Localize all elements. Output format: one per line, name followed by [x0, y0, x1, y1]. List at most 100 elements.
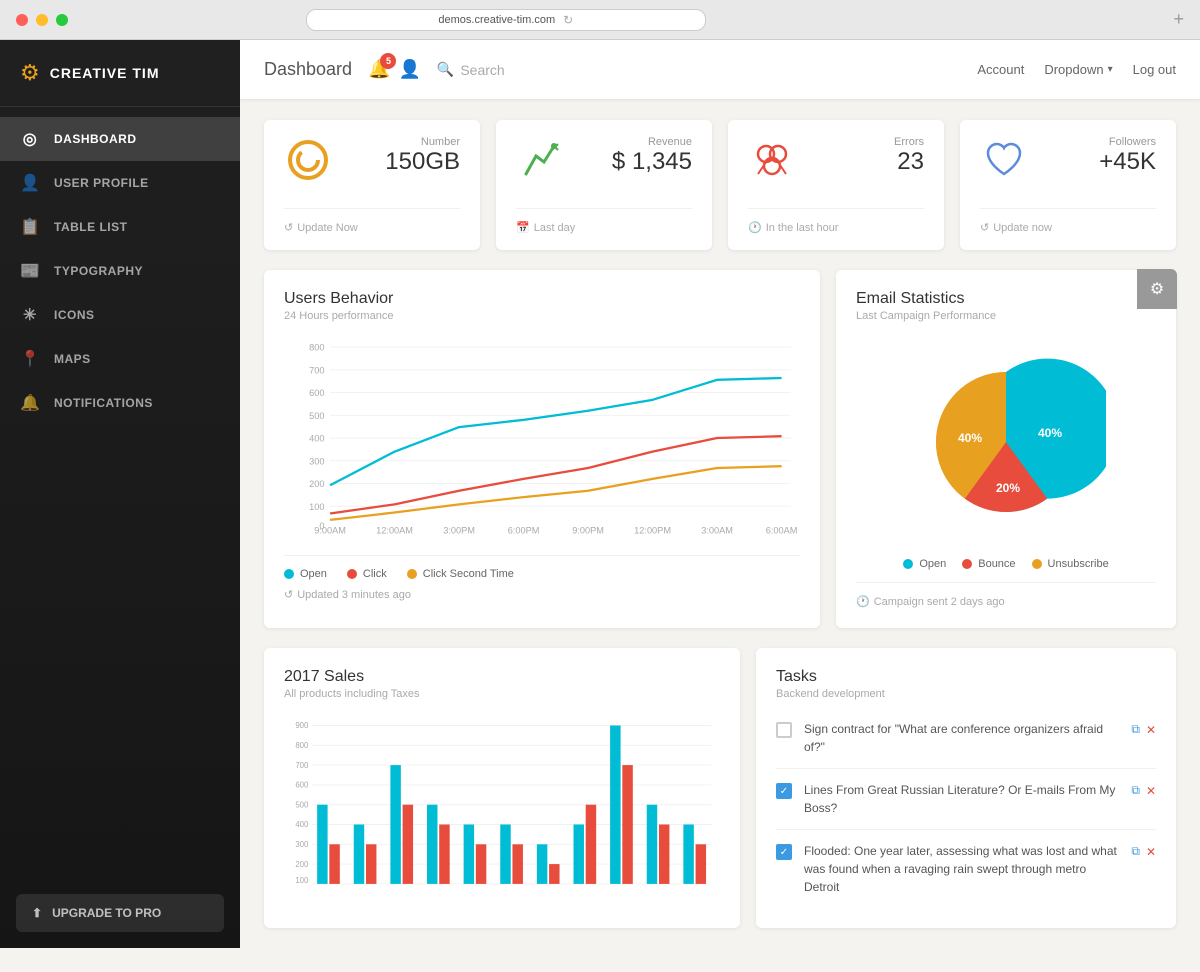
- sidebar-item-typography[interactable]: 📰 TYPOGRAPHY: [0, 249, 240, 293]
- refresh-icon: ↺: [284, 221, 293, 234]
- stat-footer-errors: 🕐 In the last hour: [748, 208, 924, 234]
- svg-text:100: 100: [309, 502, 324, 512]
- svg-text:500: 500: [309, 411, 324, 421]
- task-text-3: Flooded: One year later, assessing what …: [804, 842, 1119, 896]
- logout-link[interactable]: Log out: [1133, 62, 1176, 77]
- legend-click: Click: [347, 568, 387, 580]
- task-delete-3[interactable]: ✕: [1146, 845, 1156, 859]
- task-checkbox-1[interactable]: [776, 722, 792, 738]
- svg-text:200: 200: [295, 860, 309, 869]
- svg-text:9:00PM: 9:00PM: [572, 526, 604, 536]
- sidebar-item-maps[interactable]: 📍MAPS: [0, 337, 240, 381]
- sidebar-logo[interactable]: ⚙ CREATIVE TIM: [0, 40, 240, 107]
- svg-text:500: 500: [295, 800, 309, 809]
- sidebar-item-label: TABLE LIST: [54, 220, 127, 234]
- svg-text:20%: 20%: [996, 481, 1020, 495]
- table-list-icon: 📋: [20, 217, 40, 237]
- sidebar: ⚙ CREATIVE TIM ◎ DASHBOARD 👤USER PROFILE 📋 T…: [0, 40, 240, 948]
- url-text: demos.creative-tim.com: [438, 14, 555, 26]
- legend-open: Open: [284, 568, 327, 580]
- dashboard-icon: ◎: [20, 129, 40, 149]
- search-box[interactable]: 🔍 Search: [437, 61, 505, 78]
- sidebar-item-icons[interactable]: ✳ICONS: [0, 293, 240, 337]
- sales-title: 2017 Sales: [284, 668, 720, 686]
- task-checkbox-3[interactable]: ✓: [776, 844, 792, 860]
- sidebar-item-notifications[interactable]: 🔔NOTIFICATIONS: [0, 381, 240, 425]
- line-chart-svg: 800 700 600 500 400 300 200 100 0 9:00AM…: [284, 338, 800, 538]
- notification-badge: 5: [380, 53, 396, 69]
- svg-text:900: 900: [295, 721, 309, 730]
- sales-subtitle: All products including Taxes: [284, 688, 720, 700]
- user-icon[interactable]: 👤: [398, 59, 420, 80]
- stat-label-revenue: Revenue: [612, 136, 692, 148]
- svg-text:3:00PM: 3:00PM: [443, 526, 475, 536]
- search-icon: 🔍: [437, 61, 454, 78]
- sales-card: 2017 Sales All products including Taxes …: [264, 648, 740, 928]
- task-edit-2[interactable]: ⧉: [1131, 783, 1140, 798]
- stat-value-revenue: $ 1,345: [612, 148, 692, 176]
- donut-icon: [284, 136, 332, 192]
- account-link[interactable]: Account: [977, 62, 1024, 77]
- upgrade-button[interactable]: ⬆ UPGRADE TO PRO: [16, 894, 224, 932]
- svg-text:40%: 40%: [1038, 426, 1062, 440]
- tasks-card: Tasks Backend development Sign contract …: [756, 648, 1176, 928]
- logo-text: CREATIVE TIM: [50, 65, 160, 81]
- stat-card-followers: Followers +45K ↺ Update now: [960, 120, 1176, 250]
- upgrade-icon: ⬆: [32, 906, 42, 920]
- task-checkbox-2[interactable]: ✓: [776, 783, 792, 799]
- minimize-dot[interactable]: [36, 14, 48, 26]
- bell-icon[interactable]: 🔔 5: [368, 59, 390, 80]
- sidebar-item-user-profile[interactable]: 👤USER PROFILE: [0, 161, 240, 205]
- task-delete-1[interactable]: ✕: [1146, 723, 1156, 737]
- charts-row: Users Behavior 24 Hours performance: [240, 270, 1200, 648]
- bar-chart-svg: 900 800 700 600 500 400 300 200 100: [284, 712, 720, 892]
- stat-footer-revenue: 📅 Last day: [516, 208, 692, 234]
- svg-text:700: 700: [295, 761, 309, 770]
- chart-legend: Open Click Click Second Time: [284, 555, 800, 580]
- maximize-dot[interactable]: [56, 14, 68, 26]
- legend-open-pie: Open: [903, 558, 946, 570]
- svg-text:9:00AM: 9:00AM: [314, 526, 346, 536]
- upgrade-label: UPGRADE TO PRO: [52, 906, 161, 920]
- typography-icon: 📰: [20, 261, 40, 281]
- dropdown-button[interactable]: Dropdown ▾: [1044, 62, 1112, 77]
- refresh-icon[interactable]: ↻: [563, 13, 573, 27]
- refresh-icon2: ↺: [980, 221, 989, 234]
- users-behavior-title: Users Behavior: [284, 290, 800, 308]
- sidebar-item-label: DASHBOARD: [54, 132, 137, 146]
- task-item: ✓ Lines From Great Russian Literature? O…: [776, 769, 1156, 830]
- stat-card-number: Number 150GB ↺ Update Now: [264, 120, 480, 250]
- gear-button[interactable]: ⚙: [1137, 269, 1177, 309]
- svg-text:600: 600: [295, 780, 309, 789]
- stat-value-errors: 23: [894, 148, 924, 176]
- pie-legend: Open Bounce Unsubscribe: [856, 558, 1156, 570]
- maps-icon: 📍: [20, 349, 40, 369]
- chevron-down-icon: ▾: [1108, 64, 1113, 75]
- svg-text:600: 600: [309, 388, 324, 398]
- new-tab-button[interactable]: +: [1173, 9, 1184, 30]
- revenue-icon: [516, 136, 564, 192]
- sidebar-item-label: TYPOGRAPHY: [54, 264, 143, 278]
- stat-value-number: 150GB: [385, 148, 460, 176]
- svg-text:700: 700: [309, 366, 324, 376]
- tasks-list: Sign contract for "What are conference o…: [776, 708, 1156, 908]
- svg-text:40%: 40%: [958, 431, 982, 445]
- task-edit-3[interactable]: ⧉: [1131, 844, 1140, 859]
- tasks-subtitle: Backend development: [776, 688, 1156, 700]
- sidebar-item-table-list[interactable]: 📋 TABLE LIST: [0, 205, 240, 249]
- stat-label-followers: Followers: [1099, 136, 1156, 148]
- svg-text:100: 100: [295, 876, 309, 885]
- sidebar-item-label: ICONS: [54, 308, 95, 322]
- svg-text:800: 800: [309, 343, 324, 353]
- calendar-icon: 📅: [516, 221, 530, 234]
- sidebar-item-dashboard[interactable]: ◎ DASHBOARD: [0, 117, 240, 161]
- task-edit-1[interactable]: ⧉: [1131, 722, 1140, 737]
- stat-card-errors: Errors 23 🕐 In the last hour: [728, 120, 944, 250]
- task-delete-2[interactable]: ✕: [1146, 784, 1156, 798]
- svg-text:400: 400: [295, 820, 309, 829]
- url-bar[interactable]: demos.creative-tim.com ↻: [306, 9, 706, 31]
- stat-footer-number: ↺ Update Now: [284, 208, 460, 234]
- svg-text:12:00AM: 12:00AM: [376, 526, 413, 536]
- close-dot[interactable]: [16, 14, 28, 26]
- user-profile-icon: 👤: [20, 173, 40, 193]
